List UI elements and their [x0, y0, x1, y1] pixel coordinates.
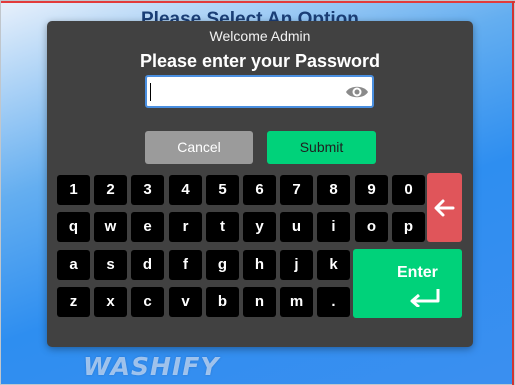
- eye-icon[interactable]: [345, 81, 369, 103]
- key-r[interactable]: r: [169, 212, 202, 242]
- enter-key-label: Enter: [397, 264, 438, 281]
- key-t[interactable]: t: [206, 212, 239, 242]
- key-u[interactable]: u: [280, 212, 313, 242]
- return-arrow-icon: [410, 289, 440, 307]
- key-n[interactable]: n: [243, 287, 276, 317]
- backspace-key[interactable]: [427, 173, 462, 242]
- text-caret: [150, 83, 151, 101]
- password-prompt: Please enter your Password: [139, 51, 381, 71]
- key-7[interactable]: 7: [280, 175, 313, 205]
- key-6[interactable]: 6: [243, 175, 276, 205]
- arrow-left-icon: [434, 199, 455, 217]
- key-x[interactable]: x: [94, 287, 127, 317]
- key-1[interactable]: 1: [57, 175, 90, 205]
- key-f[interactable]: f: [169, 250, 202, 280]
- key-s[interactable]: s: [94, 250, 127, 280]
- password-field[interactable]: [145, 75, 374, 108]
- key-2[interactable]: 2: [94, 175, 127, 205]
- submit-button[interactable]: Submit: [267, 131, 376, 164]
- key-3[interactable]: 3: [131, 175, 164, 205]
- washify-logo: WASHIFY: [83, 352, 220, 381]
- key-9[interactable]: 9: [355, 175, 388, 205]
- key-w[interactable]: w: [94, 212, 127, 242]
- key-q[interactable]: q: [57, 212, 90, 242]
- right-border: [512, 1, 514, 385]
- key-g[interactable]: g: [206, 250, 239, 280]
- key-period[interactable]: .: [317, 287, 350, 317]
- key-m[interactable]: m: [280, 287, 313, 317]
- key-p[interactable]: p: [392, 212, 425, 242]
- top-border: [1, 1, 515, 3]
- key-z[interactable]: z: [57, 287, 90, 317]
- key-i[interactable]: i: [317, 212, 350, 242]
- key-0[interactable]: 0: [392, 175, 425, 205]
- enter-key[interactable]: Enter: [353, 249, 462, 318]
- key-y[interactable]: y: [243, 212, 276, 242]
- key-v[interactable]: v: [169, 287, 202, 317]
- password-input[interactable]: [150, 80, 342, 103]
- key-d[interactable]: d: [131, 250, 164, 280]
- key-j[interactable]: j: [280, 250, 313, 280]
- key-b[interactable]: b: [206, 287, 239, 317]
- key-a[interactable]: a: [57, 250, 90, 280]
- key-c[interactable]: c: [131, 287, 164, 317]
- key-o[interactable]: o: [355, 212, 388, 242]
- key-k[interactable]: k: [317, 250, 350, 280]
- welcome-text: Welcome Admin: [209, 28, 311, 44]
- key-h[interactable]: h: [243, 250, 276, 280]
- key-4[interactable]: 4: [169, 175, 202, 205]
- password-dialog: Welcome Admin Please enter your Password…: [47, 21, 473, 347]
- key-8[interactable]: 8: [317, 175, 350, 205]
- key-5[interactable]: 5: [206, 175, 239, 205]
- key-e[interactable]: e: [131, 212, 164, 242]
- cancel-button[interactable]: Cancel: [145, 131, 253, 164]
